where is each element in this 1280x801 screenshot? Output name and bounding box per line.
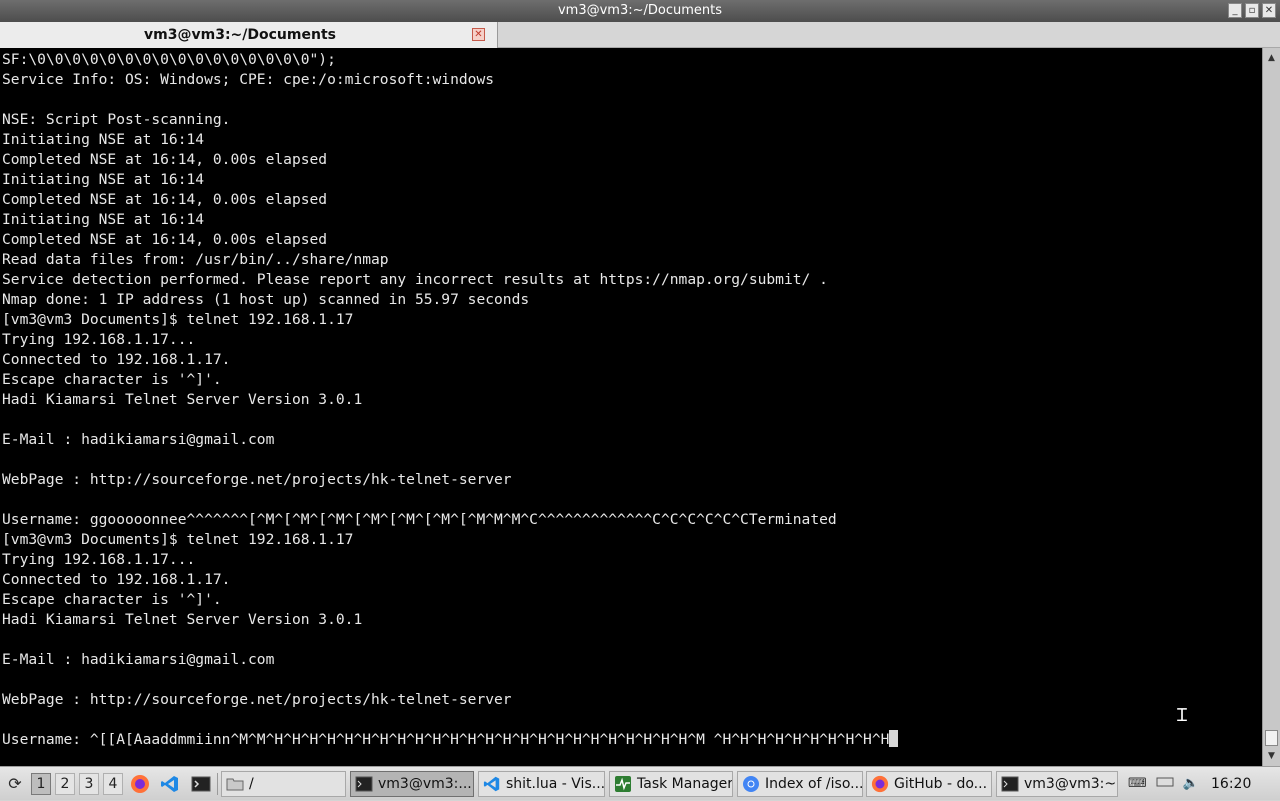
terminal-line: E-Mail : hadikiamarsi@gmail.com — [2, 431, 275, 448]
terminal-line: Completed NSE at 16:14, 0.00s elapsed — [2, 231, 328, 248]
terminal-output[interactable]: SF:\0\0\0\0\0\0\0\0\0\0\0\0\0\0\0\0"); S… — [0, 48, 1262, 766]
task-label: shit.lua - Vis... — [506, 776, 605, 792]
terminal-lines: SF:\0\0\0\0\0\0\0\0\0\0\0\0\0\0\0\0"); S… — [2, 50, 899, 750]
terminal-line: Completed NSE at 16:14, 0.00s elapsed — [2, 191, 328, 208]
tab-terminal-documents[interactable]: vm3@vm3:~/Documents ✕ — [0, 22, 498, 48]
task-terminal-documents[interactable]: vm3@vm3:... — [350, 771, 474, 797]
terminal-line: Connected to 192.168.1.17. — [2, 571, 231, 588]
minimize-button[interactable]: _ — [1228, 3, 1242, 18]
task-firefox[interactable]: GitHub - do... — [866, 771, 992, 797]
terminal-line: NSE: Script Post-scanning. — [2, 111, 231, 128]
terminal-scrollbar[interactable]: ▲ ▼ — [1262, 48, 1280, 766]
firefox-launcher-icon[interactable] — [129, 773, 151, 795]
mouse-ibeam-icon: Ɪ — [1177, 705, 1188, 726]
workspace-1[interactable]: 1 — [31, 773, 51, 795]
folder-icon — [226, 775, 244, 793]
disk-icon[interactable] — [1156, 775, 1174, 793]
terminal-line: Service Info: OS: Windows; CPE: cpe:/o:m… — [2, 71, 495, 88]
terminal-line: Initiating NSE at 16:14 — [2, 131, 205, 148]
terminal-line: SF:\0\0\0\0\0\0\0\0\0\0\0\0\0\0\0\0"); — [2, 51, 336, 68]
task-label: vm3@vm3:~ — [1024, 776, 1117, 792]
vscode-icon — [483, 775, 501, 793]
tab-label: vm3@vm3:~/Documents — [144, 27, 336, 43]
terminal-line: Connected to 192.168.1.17. — [2, 351, 231, 368]
terminal-line: [vm3@vm3 Documents]$ telnet 192.168.1.17 — [2, 311, 354, 328]
window-titlebar[interactable]: vm3@vm3:~/Documents _ ▫ ✕ — [0, 0, 1280, 22]
terminal-line: [vm3@vm3 Documents]$ telnet 192.168.1.17 — [2, 531, 354, 548]
terminal-prompt-line[interactable]: Username: ^[[A[Aaaddmmiinn^M^M^H^H^H^H^H… — [2, 730, 899, 750]
task-manager-icon — [614, 775, 632, 793]
terminal-line: Nmap done: 1 IP address (1 host up) scan… — [2, 291, 530, 308]
terminal-icon — [1001, 775, 1019, 793]
terminal-line: Trying 192.168.1.17... — [2, 551, 196, 568]
task-label: Index of /iso... — [765, 776, 863, 792]
workspace-4[interactable]: 4 — [103, 773, 123, 795]
task-label: / — [249, 776, 254, 792]
window-title: vm3@vm3:~/Documents — [557, 3, 723, 18]
maximize-button[interactable]: ▫ — [1245, 3, 1259, 18]
task-label: Task Manager — [637, 776, 733, 792]
terminal-input-text: Username: ^[[A[Aaaddmmiinn^M^M^H^H^H^H^H… — [2, 731, 890, 748]
tab-close-icon[interactable]: ✕ — [472, 28, 485, 41]
task-file-manager[interactable]: / — [221, 771, 346, 797]
task-label: GitHub - do... — [894, 776, 988, 792]
terminal-line: Service detection performed. Please repo… — [2, 271, 828, 288]
workspace-2[interactable]: 2 — [55, 773, 75, 795]
terminal-line: Completed NSE at 16:14, 0.00s elapsed — [2, 151, 328, 168]
taskbar: ⟳ 1 2 3 4 / vm3@vm3:... shit.lua - Vis..… — [0, 766, 1280, 800]
window-controls: _ ▫ ✕ — [1228, 3, 1276, 18]
text-cursor — [889, 730, 899, 747]
terminal-line: WebPage : http://sourceforge.net/project… — [2, 691, 512, 708]
clock[interactable]: 16:20 — [1211, 767, 1251, 801]
terminal-launcher-icon[interactable] — [190, 773, 212, 795]
scroll-thumb[interactable] — [1265, 730, 1278, 746]
terminal-line: Hadi Kiamarsi Telnet Server Version 3.0.… — [2, 391, 363, 408]
scroll-down-icon[interactable]: ▼ — [1263, 748, 1280, 764]
workspace-3[interactable]: 3 — [79, 773, 99, 795]
terminal-line: Hadi Kiamarsi Telnet Server Version 3.0.… — [2, 611, 363, 628]
vscode-launcher-icon[interactable] — [159, 773, 181, 795]
scroll-up-icon[interactable]: ▲ — [1263, 50, 1280, 66]
app-menu-icon[interactable]: ⟳ — [4, 773, 26, 795]
firefox-icon — [871, 775, 889, 793]
terminal-line: Initiating NSE at 16:14 — [2, 171, 205, 188]
keyboard-layout-icon[interactable]: ⌨ — [1128, 775, 1147, 793]
close-window-button[interactable]: ✕ — [1262, 3, 1276, 18]
terminal-line: E-Mail : hadikiamarsi@gmail.com — [2, 651, 275, 668]
task-vscode[interactable]: shit.lua - Vis... — [478, 771, 605, 797]
terminal-line: Read data files from: /usr/bin/../share/… — [2, 251, 389, 268]
terminal-icon — [355, 775, 373, 793]
task-label: vm3@vm3:... — [378, 776, 472, 792]
taskbar-separator — [217, 773, 218, 795]
chromium-icon — [742, 775, 760, 793]
terminal-line: Initiating NSE at 16:14 — [2, 211, 205, 228]
volume-icon[interactable]: 🔈 — [1182, 775, 1200, 793]
terminal-line: Trying 192.168.1.17... — [2, 331, 196, 348]
task-chromium[interactable]: Index of /iso... — [737, 771, 863, 797]
task-terminal-home[interactable]: vm3@vm3:~ — [996, 771, 1118, 797]
task-task-manager[interactable]: Task Manager — [609, 771, 733, 797]
terminal-line: WebPage : http://sourceforge.net/project… — [2, 471, 512, 488]
terminal-line: Escape character is '^]'. — [2, 591, 222, 608]
terminal-line: Username: ggooooonnee^^^^^^^[^M^[^M^[^M^… — [2, 511, 837, 528]
terminal-line: Escape character is '^]'. — [2, 371, 222, 388]
tab-bar: vm3@vm3:~/Documents ✕ — [0, 22, 1280, 48]
